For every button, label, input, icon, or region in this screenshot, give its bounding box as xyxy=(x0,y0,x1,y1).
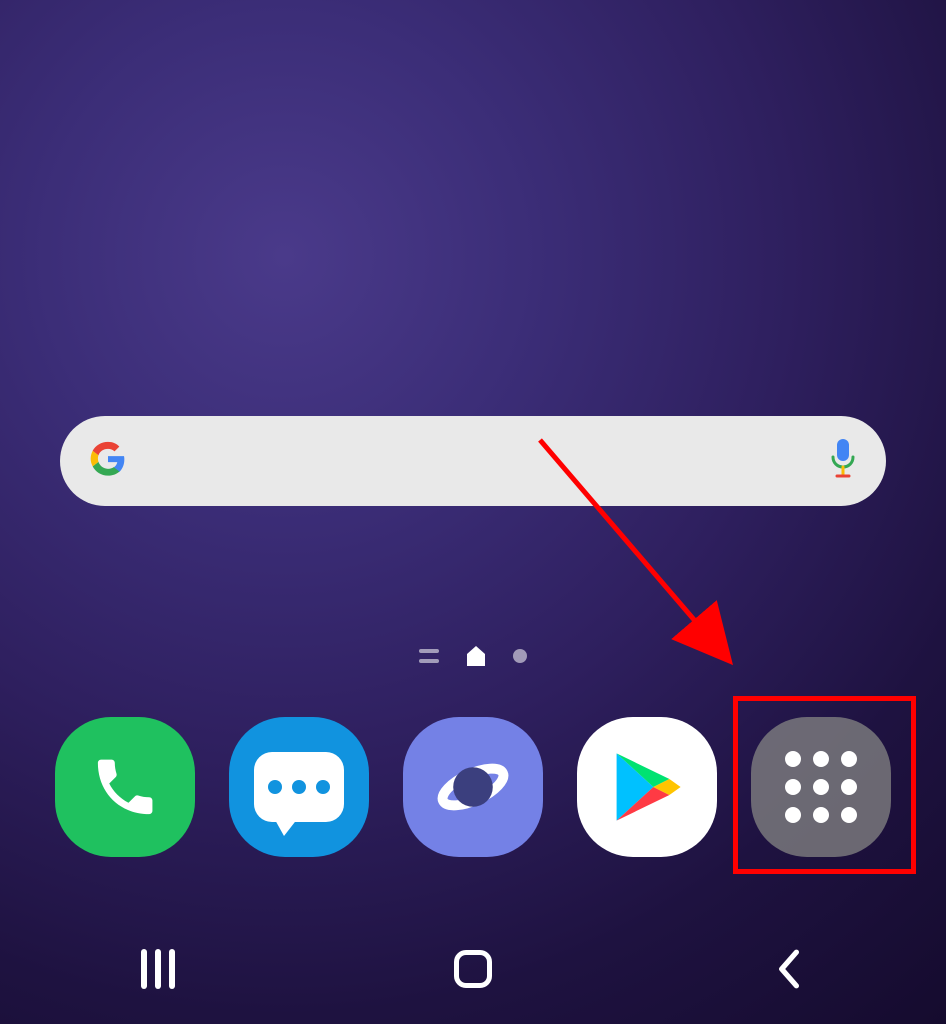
panel-indicator-icon[interactable] xyxy=(419,649,439,663)
google-logo-icon xyxy=(88,439,128,484)
navigation-bar xyxy=(0,914,946,1024)
nav-home-button[interactable] xyxy=(443,939,503,999)
home-icon xyxy=(454,950,492,988)
voice-search-icon[interactable] xyxy=(828,439,858,484)
nav-recents-button[interactable] xyxy=(128,939,188,999)
nav-back-button[interactable] xyxy=(758,939,818,999)
recents-icon xyxy=(141,949,175,989)
dock-app-play-store[interactable] xyxy=(577,717,717,857)
back-icon xyxy=(773,948,803,990)
home-page-indicator-icon[interactable] xyxy=(467,646,485,666)
play-store-icon xyxy=(577,717,717,857)
page-2-indicator-icon[interactable] xyxy=(513,649,527,663)
page-indicator-row xyxy=(0,646,946,666)
google-search-widget[interactable] xyxy=(60,416,886,506)
search-input[interactable] xyxy=(128,416,828,506)
messages-icon xyxy=(229,717,369,857)
dock-app-internet[interactable] xyxy=(403,717,543,857)
dock-app-phone[interactable] xyxy=(55,717,195,857)
internet-icon xyxy=(403,717,543,857)
annotation-highlight-box xyxy=(733,696,916,874)
phone-icon xyxy=(55,717,195,857)
dock-app-messages[interactable] xyxy=(229,717,369,857)
